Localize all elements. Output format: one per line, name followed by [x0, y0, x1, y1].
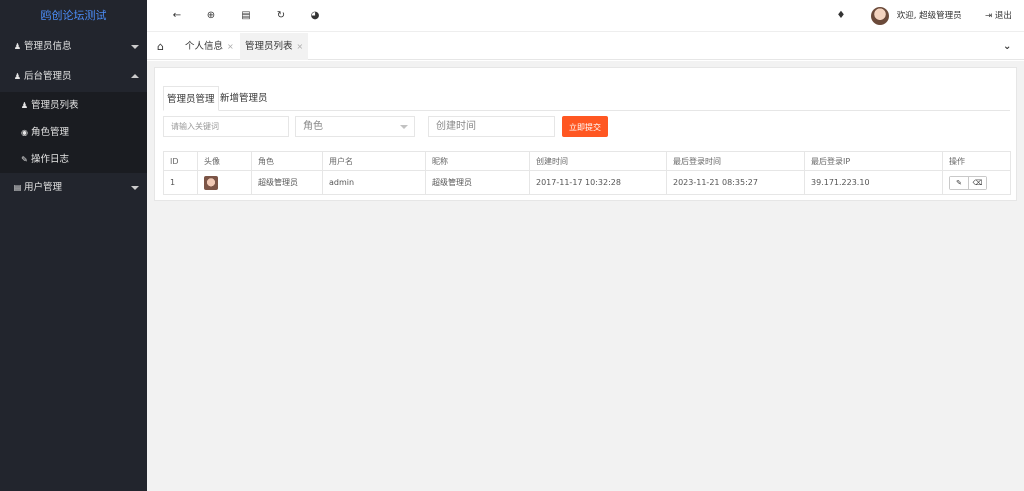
- globe-icon[interactable]: ◕: [307, 8, 323, 24]
- sidebar-submenu: ♟ 管理员列表 ◉ 角色管理 ✎ 操作日志: [0, 92, 147, 173]
- sidebar-item-label: 用户管理: [24, 182, 63, 193]
- user-icon: ♟: [13, 72, 22, 81]
- chevron-down-icon: [131, 186, 139, 190]
- col-last-ip: 最后登录IP: [804, 151, 943, 171]
- admin-table: ID 头像 角色 用户名 昵称 创建时间 最后登录时间 最后登录IP 操作 1 …: [163, 151, 1011, 195]
- sidebar-item-admin-list[interactable]: ♟ 管理员列表: [0, 92, 147, 119]
- col-role: 角色: [251, 151, 323, 171]
- submit-button[interactable]: 立即提交: [562, 116, 608, 137]
- trash-icon[interactable]: ⌫: [968, 176, 986, 189]
- bank-icon[interactable]: ▤: [238, 8, 254, 24]
- user-icon: ♟: [20, 101, 29, 110]
- keyword-input[interactable]: 请输入关键词: [163, 116, 289, 137]
- main-content: 管理员管理 新增管理员 请输入关键词 角色 创建时间 立即提交 ID 头像 角色…: [147, 61, 1024, 491]
- back-icon[interactable]: ←: [169, 8, 185, 24]
- table-row: 1 超级管理员 admin 超级管理员 2017-11-17 10:32:28 …: [163, 170, 1011, 195]
- tab-admin-list[interactable]: 管理员列表 ×: [240, 33, 309, 60]
- logout-icon: ⇥: [985, 11, 993, 21]
- sidebar-item-label: 角色管理: [31, 127, 70, 138]
- sidebar-item-backend-admin[interactable]: ♟ 后台管理员: [0, 62, 147, 92]
- compass-icon[interactable]: ⊕: [203, 8, 219, 24]
- tab-label: 个人信息: [185, 41, 224, 52]
- col-avatar: 头像: [197, 151, 252, 171]
- table-header-row: ID 头像 角色 用户名 昵称 创建时间 最后登录时间 最后登录IP 操作: [163, 151, 1011, 171]
- cell-nickname: 超级管理员: [425, 170, 530, 195]
- admin-panel: 管理员管理 新增管理员 请输入关键词 角色 创建时间 立即提交 ID 头像 角色…: [154, 67, 1017, 201]
- sidebar-item-role-manage[interactable]: ◉ 角色管理: [0, 119, 147, 146]
- avatar: [871, 6, 889, 25]
- cell-actions: ✎ ⌫: [942, 170, 1011, 195]
- chevron-down-icon[interactable]: ⌄: [1003, 33, 1011, 60]
- chevron-down-icon: [400, 125, 408, 129]
- cell-last-login: 2023-11-21 08:35:27: [666, 170, 805, 195]
- col-username: 用户名: [322, 151, 426, 171]
- subtab-admin-manage[interactable]: 管理员管理: [163, 86, 219, 111]
- logout-label: 退出: [994, 11, 1012, 21]
- sidebar-item-operation-log[interactable]: ✎ 操作日志: [0, 146, 147, 173]
- col-nickname: 昵称: [425, 151, 530, 171]
- id-card-icon: ▤: [13, 183, 22, 192]
- tab-personal-info[interactable]: 个人信息 ×: [185, 33, 234, 60]
- row-actions: ✎ ⌫: [949, 175, 987, 190]
- user-menu[interactable]: 欢迎, 超级管理员: [871, 0, 962, 32]
- sidebar: 鸥创论坛测试 ♟ 管理员信息 ♟ 后台管理员 ♟ 管理员列表 ◉ 角色管理 ✎ 操作日志 …: [0, 0, 147, 491]
- target-icon: ◉: [21, 128, 28, 137]
- cell-avatar: [197, 170, 252, 195]
- cell-created: 2017-11-17 10:32:28: [529, 170, 667, 195]
- chevron-down-icon: [131, 45, 139, 49]
- pencil-icon: ✎: [21, 155, 28, 164]
- sidebar-item-label: 操作日志: [31, 154, 70, 165]
- app-logo[interactable]: 鸥创论坛测试: [0, 0, 147, 32]
- sidebar-item-label: 管理员信息: [24, 41, 72, 52]
- subtab-add-admin[interactable]: 新增管理员: [217, 86, 271, 111]
- logout-button[interactable]: ⇥ 退出: [985, 0, 1012, 32]
- sidebar-item-user-manage[interactable]: ▤ 用户管理: [0, 173, 147, 203]
- top-header: ← ⊕ ▤ ↻ ◕ ♦ 欢迎, 超级管理员 ⇥ 退出: [147, 0, 1024, 32]
- chevron-up-icon: [131, 74, 139, 78]
- cell-id: 1: [163, 170, 198, 195]
- col-id: ID: [163, 151, 198, 171]
- tag-icon[interactable]: ♦: [833, 8, 849, 24]
- tab-label: 管理员列表: [245, 41, 293, 52]
- col-last-login: 最后登录时间: [666, 151, 805, 171]
- sidebar-item-admin-info[interactable]: ♟ 管理员信息: [0, 32, 147, 62]
- edit-icon[interactable]: ✎: [950, 176, 968, 189]
- welcome-text: 欢迎, 超级管理员: [896, 11, 962, 21]
- close-icon[interactable]: ×: [297, 42, 304, 51]
- home-icon[interactable]: ⌂: [157, 33, 164, 60]
- sidebar-item-label: 管理员列表: [31, 100, 79, 111]
- cell-role: 超级管理员: [251, 170, 323, 195]
- role-select-value: 角色: [303, 121, 323, 132]
- page-tabs: ⌂ 个人信息 × 管理员列表 × ⌄: [147, 33, 1024, 60]
- col-created: 创建时间: [529, 151, 667, 171]
- close-icon[interactable]: ×: [227, 42, 234, 51]
- role-select[interactable]: 角色: [295, 116, 415, 137]
- user-icon: ♟: [13, 42, 22, 51]
- avatar: [204, 175, 218, 190]
- refresh-icon[interactable]: ↻: [273, 8, 289, 24]
- col-actions: 操作: [942, 151, 1011, 171]
- panel-subtabs: 管理员管理 新增管理员: [163, 82, 1010, 111]
- cell-last-ip: 39.171.223.10: [804, 170, 943, 195]
- cell-username: admin: [322, 170, 426, 195]
- sidebar-item-label: 后台管理员: [24, 71, 72, 82]
- created-time-input[interactable]: 创建时间: [428, 116, 555, 137]
